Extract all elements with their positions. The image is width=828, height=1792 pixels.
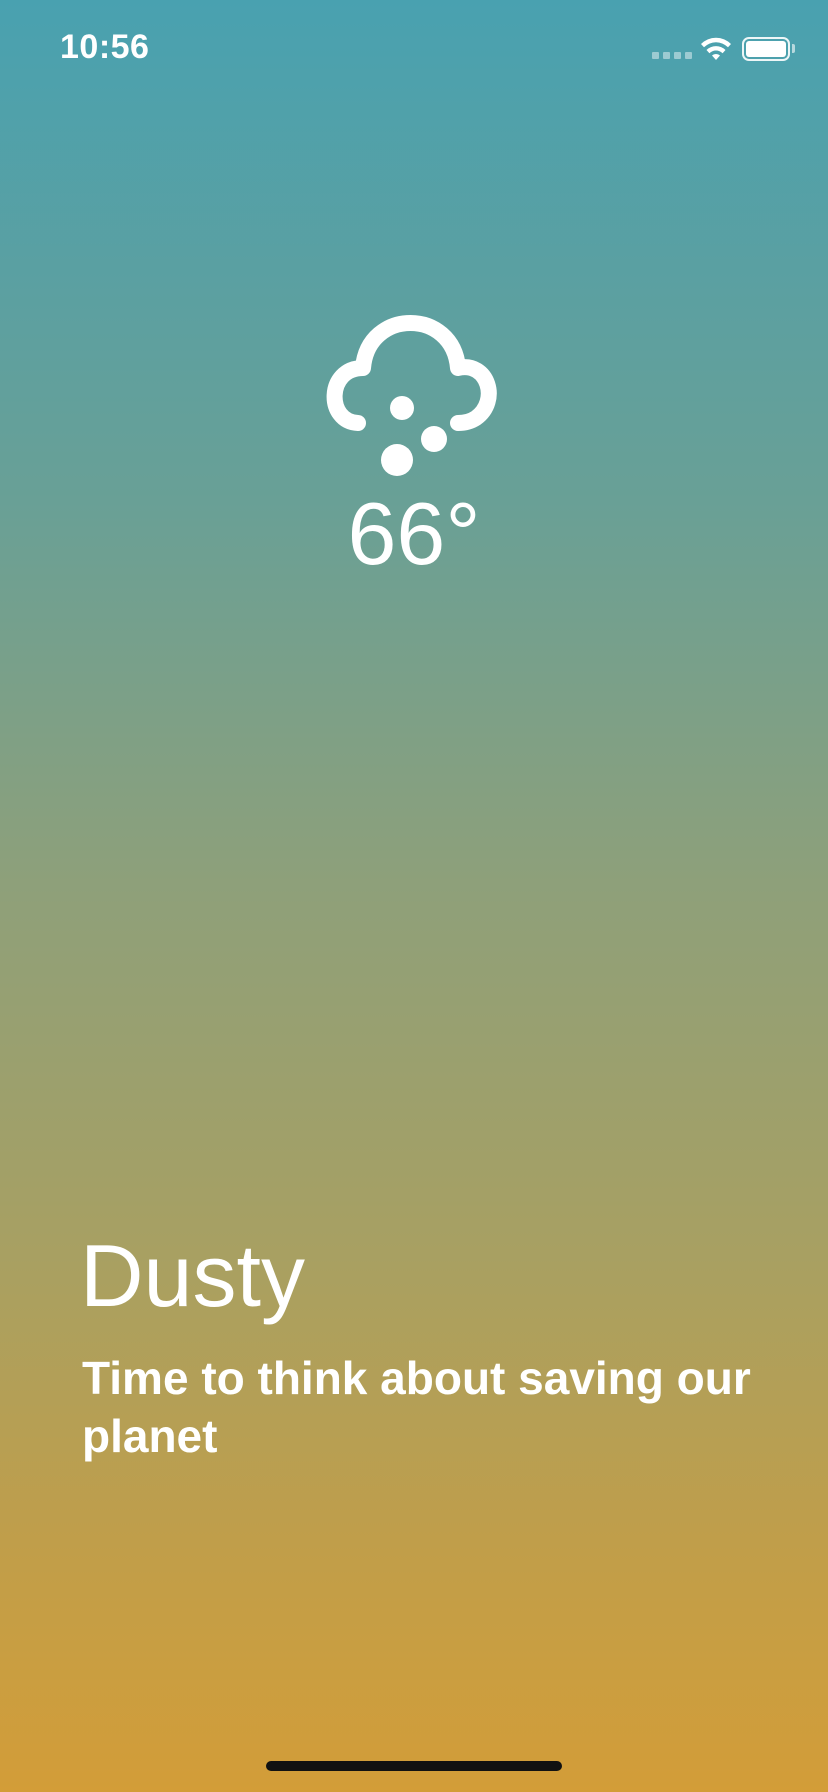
temperature-value: 66° bbox=[347, 484, 481, 583]
wifi-icon bbox=[701, 37, 731, 60]
cloud-dust-icon bbox=[326, 315, 497, 476]
home-indicator[interactable] bbox=[266, 1761, 562, 1771]
condition-title: Dusty bbox=[80, 1226, 305, 1325]
battery-cap bbox=[792, 44, 795, 53]
battery-icon bbox=[742, 37, 790, 61]
cellular-signal-icon bbox=[652, 52, 692, 59]
status-time: 10:56 bbox=[60, 28, 150, 66]
status-bar: 10:56 bbox=[0, 0, 828, 100]
condition-message: Time to think about saving our planet bbox=[82, 1352, 751, 1462]
